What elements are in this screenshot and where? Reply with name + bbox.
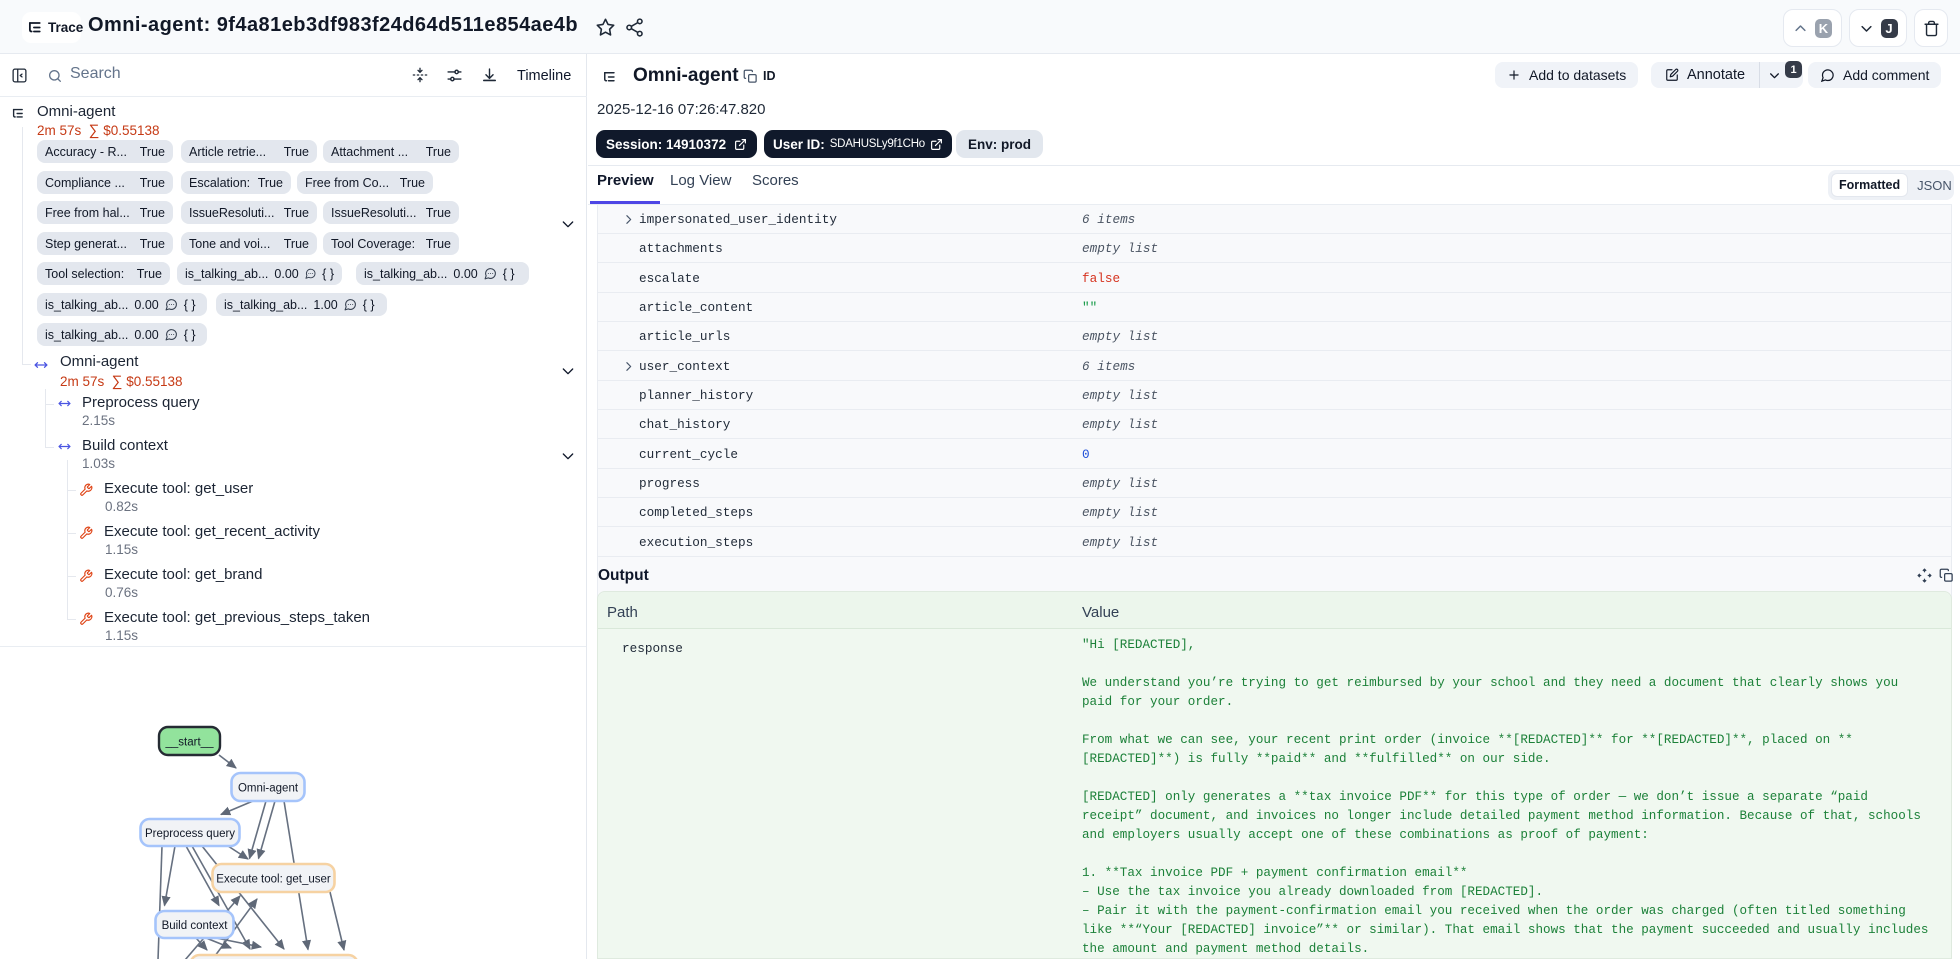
svg-text:Omni-agent: Omni-agent: [238, 783, 299, 795]
svg-text:Build context: Build context: [162, 920, 229, 932]
svg-text:__start__: __start__: [165, 737, 215, 749]
svg-text:Execute tool: get_user: Execute tool: get_user: [216, 874, 331, 886]
svg-text:Preprocess query: Preprocess query: [145, 828, 235, 840]
